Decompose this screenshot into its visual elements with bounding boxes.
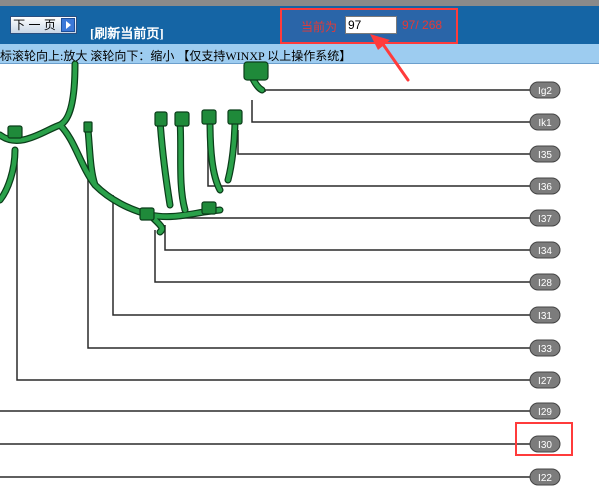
leader-line-i28 [154,230,530,283]
connector-block [83,121,93,133]
harness-drawing [0,60,266,236]
svg-text:Ik1: Ik1 [538,118,552,129]
leader-lines [0,89,530,478]
label-i29: I29 [529,402,561,420]
svg-text:I34: I34 [538,246,552,257]
connector-block [227,109,243,125]
svg-text:I22: I22 [538,473,552,484]
label-i33: I33 [529,339,561,357]
connector-block [201,201,217,215]
leader-line-i35 [237,130,530,155]
svg-text:I28: I28 [538,278,552,289]
svg-text:I37: I37 [538,214,552,225]
label-i27: I27 [529,371,561,389]
svg-text:I31: I31 [538,311,552,322]
leader-line-i34 [164,225,530,251]
label-i36: I36 [529,177,561,195]
label-i37: I37 [529,209,561,227]
connector-block [201,109,217,125]
connector-block [243,61,269,81]
leader-line-ig2 [264,89,530,92]
svg-text:I30: I30 [538,440,552,451]
svg-text:I36: I36 [538,182,552,193]
label-ig2: Ig2 [529,81,561,99]
label-i22: I22 [529,468,561,486]
connector-block [7,125,23,139]
label-i28: I28 [529,273,561,291]
svg-text:I33: I33 [538,344,552,355]
leader-line-ik1 [251,100,530,123]
connector-labels: Ig2 Ik1 I35 I36 I37 I34 I28 I31 I33 I27 … [529,81,561,486]
leader-line-i36 [207,135,530,187]
label-i31: I31 [529,306,561,324]
label-ik1: Ik1 [529,113,561,131]
label-i35: I35 [529,145,561,163]
label-i34: I34 [529,241,561,259]
svg-text:I35: I35 [538,150,552,161]
connector-block [174,111,190,127]
svg-text:Ig2: Ig2 [538,86,552,97]
connector-block [154,111,168,127]
wiring-harness-diagram: Ig2 Ik1 I35 I36 I37 I34 I28 I31 I33 I27 … [0,34,561,486]
label-i30: I30 [529,435,561,453]
svg-text:I29: I29 [538,407,552,418]
svg-text:I27: I27 [538,376,552,387]
annotation-arrow [370,34,410,82]
connector-block [139,207,155,221]
harness-connectors [7,61,269,221]
